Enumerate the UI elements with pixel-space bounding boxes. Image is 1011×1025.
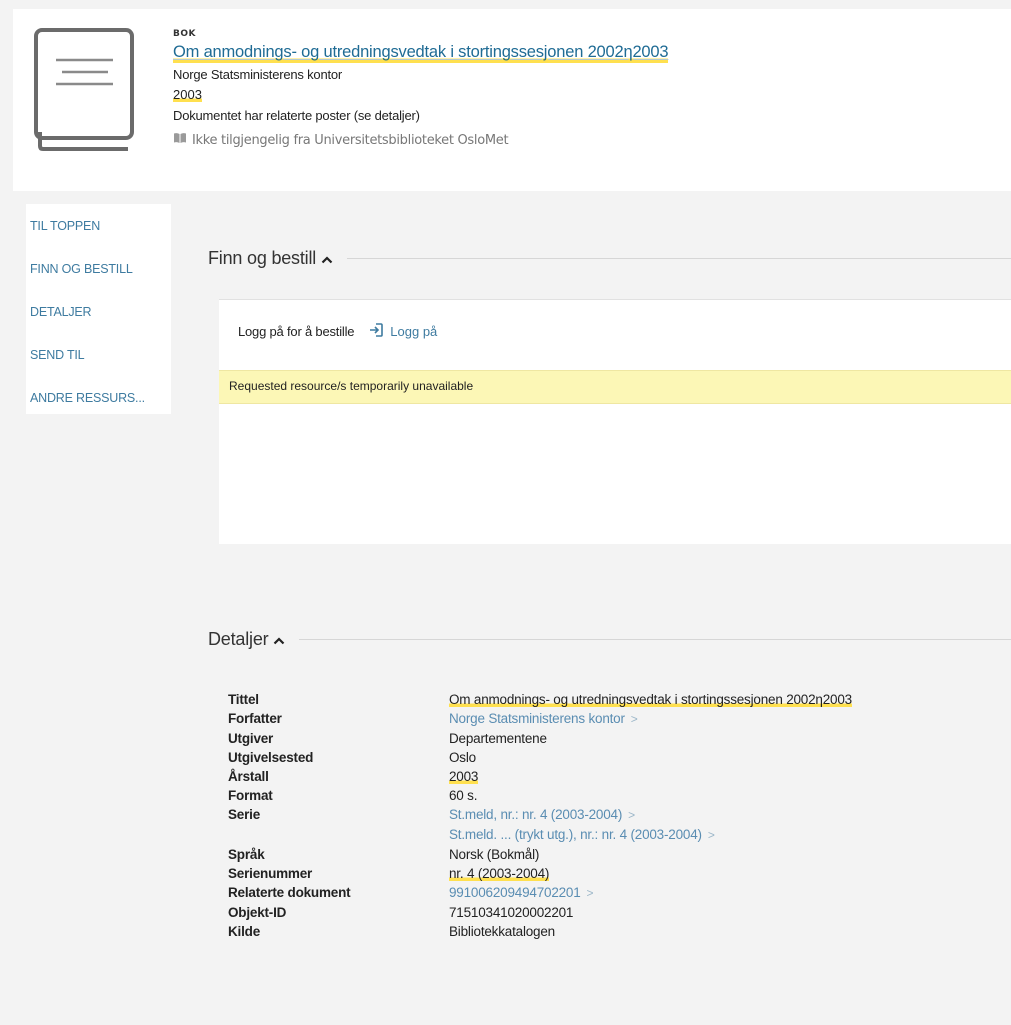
detail-series-number-value: nr. 4 (2003-2004) — [449, 866, 550, 881]
nav-item-getit[interactable]: FINN OG BESTILL — [26, 257, 171, 300]
chevron-right-icon: > — [628, 808, 635, 822]
detail-row-format: Format 60 s. — [228, 786, 852, 805]
chevron-right-icon: > — [707, 828, 715, 842]
detail-label: Relaterte dokument — [228, 885, 351, 900]
detail-label: Serie — [228, 807, 261, 822]
details-toggle[interactable]: Detaljer — [208, 629, 285, 650]
detail-row-series: Serie St.meld, nr.: nr. 4 (2003-2004) > S… — [228, 805, 852, 845]
unavailable-notice: Requested resource/s temporarily unavail… — [219, 370, 1011, 404]
side-navigation: TIL TOPPEN FINN OG BESTILL DETALJER SEND… — [26, 204, 171, 414]
detail-row-series-number: Serienummer nr. 4 (2003-2004) — [228, 864, 852, 883]
detail-row-source: Kilde Bibliotekkatalogen — [228, 922, 852, 941]
detail-row-year: Årstall 2003 — [228, 767, 852, 786]
getit-panel: Logg på for å bestille Logg på Requested… — [219, 299, 1011, 544]
book-thumbnail-icon[interactable] — [34, 28, 134, 151]
detail-value: Bibliotekkatalogen — [449, 924, 555, 939]
detail-value: Norge Statsministerens kontor > — [449, 709, 638, 729]
login-button[interactable]: Logg på — [368, 322, 437, 341]
detail-value: 60 s. — [449, 788, 478, 803]
chevron-right-icon: > — [630, 712, 638, 726]
record-year: 2003 — [173, 85, 668, 105]
detail-title-value: Om anmodnings- og utredningsvedtak i sto… — [449, 692, 852, 707]
login-link-label: Logg på — [390, 324, 438, 339]
record-year-value: 2003 — [173, 87, 202, 102]
detail-label: Utgivelsested — [228, 750, 314, 765]
section-divider — [299, 639, 1011, 640]
nav-item-top[interactable]: TIL TOPPEN — [26, 214, 171, 257]
nav-item-details[interactable]: DETALJER — [26, 300, 171, 343]
author-link[interactable]: Norge Statsministerens kontor — [449, 711, 625, 726]
detail-value: Oslo — [449, 750, 476, 765]
series-link[interactable]: St.meld. ... (trykt utg.), nr.: nr. 4 (2… — [449, 827, 702, 842]
detail-row-author: Forfatter Norge Statsministerens kontor > — [228, 709, 852, 729]
detail-row-place: Utgivelsested Oslo — [228, 748, 852, 767]
sign-in-icon — [368, 322, 384, 341]
getit-toggle[interactable]: Finn og bestill — [208, 248, 333, 269]
detail-label: Utgiver — [228, 731, 274, 746]
related-records-note: Dokumentet har relaterte poster (se deta… — [173, 108, 420, 123]
login-prompt: Logg på for å bestille — [238, 324, 355, 339]
detail-label: Serienummer — [228, 866, 313, 881]
detail-value: Om anmodnings- og utredningsvedtak i sto… — [449, 690, 852, 709]
detail-label: Format — [228, 788, 273, 803]
resource-type: BOK — [173, 29, 196, 39]
detail-label: Objekt-ID — [228, 905, 287, 920]
detail-value: nr. 4 (2003-2004) — [449, 864, 549, 883]
series-link[interactable]: St.meld, nr.: nr. 4 (2003-2004) — [449, 807, 622, 822]
related-document-link[interactable]: 991006209494702201 — [449, 885, 581, 900]
details-list: Tittel Om anmodnings- og utredningsvedta… — [228, 690, 852, 941]
detail-label: Språk — [228, 847, 265, 862]
detail-year-value: 2003 — [449, 769, 479, 784]
details-heading: Detaljer — [208, 629, 269, 649]
detail-value: 991006209494702201 > — [449, 883, 594, 903]
detail-value: Norsk (Bokmål) — [449, 847, 540, 862]
getit-heading: Finn og bestill — [208, 248, 317, 268]
record-meta: BOK Om anmodnings- og utredningsvedtak i… — [173, 29, 669, 148]
detail-value: St.meld, nr.: nr. 4 (2003-2004) > St.meld… — [449, 805, 715, 845]
detail-value: 2003 — [449, 767, 478, 786]
chevron-up-icon — [321, 248, 333, 269]
chevron-up-icon — [273, 629, 285, 650]
detail-row-language: Språk Norsk (Bokmål) — [228, 845, 852, 864]
availability-status[interactable]: Ikke tilgjengelig fra Universitetsbiblio… — [173, 132, 668, 148]
book-open-icon — [173, 132, 187, 148]
detail-label: Forfatter — [228, 711, 282, 726]
nav-item-send-to[interactable]: SEND TIL — [26, 343, 171, 386]
login-row: Logg på for å bestille Logg på — [238, 322, 437, 341]
detail-row-publisher: Utgiver Departementene — [228, 729, 852, 748]
detail-row-related: Relaterte dokument 991006209494702201 > — [228, 883, 852, 903]
record-author: Norge Statsministerens kontor — [173, 67, 343, 82]
availability-text: Ikke tilgjengelig fra Universitetsbiblio… — [192, 132, 509, 148]
detail-label: Årstall — [228, 769, 269, 784]
detail-value: Departementene — [449, 731, 547, 746]
chevron-right-icon: > — [586, 886, 594, 900]
detail-value: 71510341020002201 — [449, 905, 574, 920]
record-title-link[interactable]: Om anmodnings- og utredningsvedtak i sto… — [173, 42, 669, 63]
detail-label: Kilde — [228, 924, 261, 939]
getit-section-header: Finn og bestill — [208, 248, 1011, 269]
nav-item-other-resources[interactable]: ANDRE RESSURS... — [26, 386, 171, 429]
section-divider — [347, 258, 1011, 259]
detail-label: Tittel — [228, 692, 259, 707]
detail-row-object-id: Objekt-ID 71510341020002201 — [228, 903, 852, 922]
record-header-card: BOK Om anmodnings- og utredningsvedtak i… — [13, 9, 1011, 191]
details-section-header: Detaljer — [208, 629, 1011, 650]
detail-row-title: Tittel Om anmodnings- og utredningsvedta… — [228, 690, 852, 709]
